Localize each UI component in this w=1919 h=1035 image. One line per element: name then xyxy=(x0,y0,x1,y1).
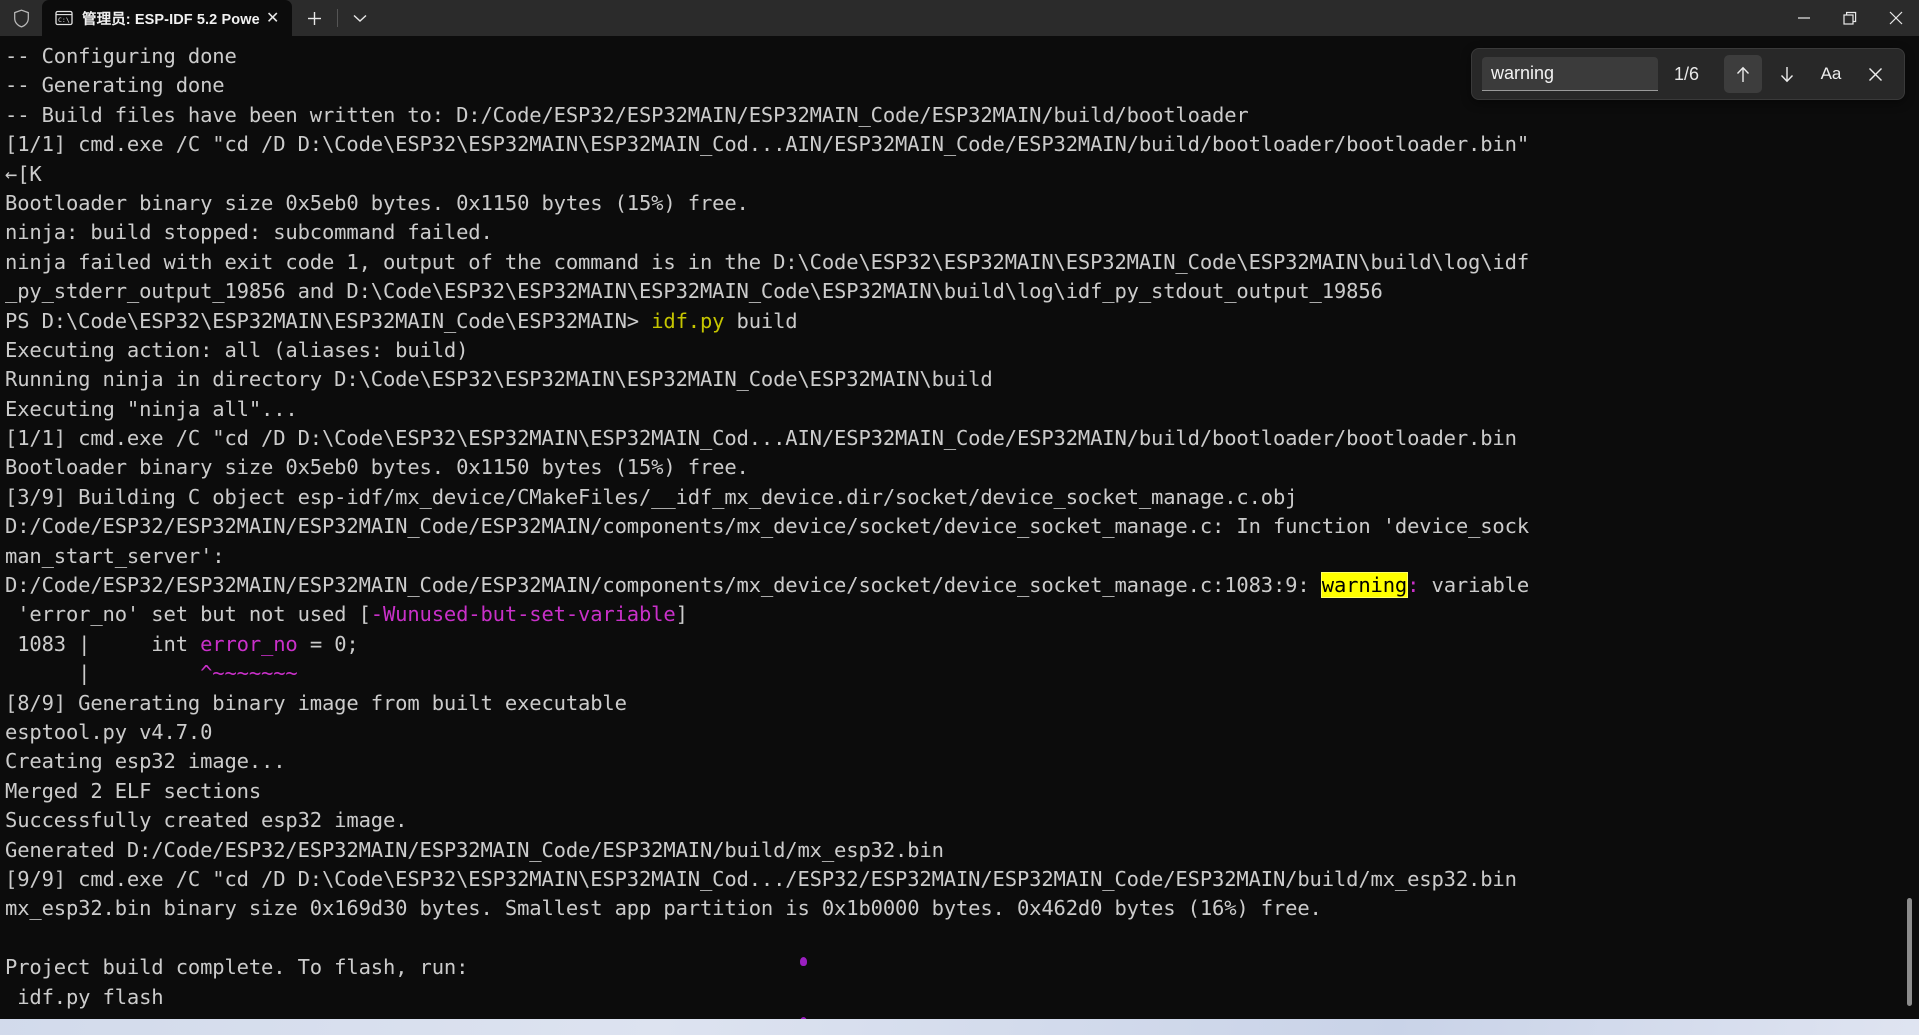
terminal-line: Bootloader binary size 0x5eb0 bytes. 0x1… xyxy=(5,455,749,480)
search-input[interactable] xyxy=(1482,57,1658,91)
plus-icon xyxy=(308,11,322,25)
maximize-restore-button[interactable] xyxy=(1827,0,1873,36)
close-window-button[interactable] xyxy=(1873,0,1919,36)
shield-icon xyxy=(13,9,29,28)
terminal-line: Project build complete. To flash, run: xyxy=(5,955,469,980)
terminal-line: _py_stderr_output_19856 and D:\Code\ESP3… xyxy=(5,279,1383,304)
tabbar-divider xyxy=(336,9,338,27)
new-tab-button[interactable] xyxy=(296,0,334,36)
window-controls xyxy=(1781,0,1919,36)
cmd-console-icon: C:\ xyxy=(55,9,73,27)
admin-shield-indicator xyxy=(0,0,42,36)
titlebar-drag-region xyxy=(379,0,1781,36)
terminal-line: Executing action: all (aliases: build) xyxy=(5,337,469,362)
terminal-line: [9/9] cmd.exe /C "cd /D D:\Code\ESP32\ES… xyxy=(5,866,1517,891)
selection-dot-lower xyxy=(800,1017,807,1019)
find-previous-button[interactable] xyxy=(1724,55,1762,93)
tab-close-button[interactable]: ✕ xyxy=(260,5,286,31)
terminal-line: | ^~~~~~~~ xyxy=(5,661,298,686)
find-bar: 1/6 Aa xyxy=(1471,48,1905,100)
code-identifier: error_no xyxy=(200,631,298,656)
tab-title: 管理员: ESP-IDF 5.2 Powe xyxy=(82,11,260,28)
match-case-button[interactable]: Aa xyxy=(1812,55,1850,93)
search-result-counter: 1/6 xyxy=(1674,63,1700,84)
terminal-line: ninja: build stopped: subcommand failed. xyxy=(5,220,493,245)
terminal-tab[interactable]: C:\ 管理员: ESP-IDF 5.2 Powe ✕ xyxy=(42,0,292,36)
selection-dot-upper xyxy=(800,957,807,966)
terminal-line: PS D:\Code\ESP32\ESP32MAIN\ESP32MAIN_Cod… xyxy=(5,308,798,333)
terminal-line: Bootloader binary size 0x5eb0 bytes. 0x1… xyxy=(5,190,749,215)
minimize-icon xyxy=(1798,17,1810,19)
title-bar: C:\ 管理员: ESP-IDF 5.2 Powe ✕ xyxy=(0,0,1919,36)
terminal-line: ninja failed with exit code 1, output of… xyxy=(5,249,1530,274)
close-icon xyxy=(1868,67,1882,81)
search-match-highlight: warning xyxy=(1320,572,1409,599)
caret-marker: ^~~~~~~~ xyxy=(200,661,298,686)
terminal-line: man_start_server': xyxy=(5,543,225,568)
find-next-button[interactable] xyxy=(1768,55,1806,93)
terminal-line: mx_esp32.bin binary size 0x169d30 bytes.… xyxy=(5,896,1322,921)
terminal-line: [1/1] cmd.exe /C "cd /D D:\Code\ESP32\ES… xyxy=(5,132,1530,157)
terminal-line: Generated D:/Code/ESP32/ESP32MAIN/ESP32M… xyxy=(5,837,944,862)
terminal-line: esptool.py v4.7.0 xyxy=(5,719,213,744)
scrollbar-thumb[interactable] xyxy=(1907,898,1912,1006)
restore-window-icon xyxy=(1842,11,1856,25)
terminal-line: D:/Code/ESP32/ESP32MAIN/ESP32MAIN_Code/E… xyxy=(5,572,1530,599)
close-icon xyxy=(1889,11,1903,25)
close-find-button[interactable] xyxy=(1856,55,1894,93)
terminal-scrollbar[interactable] xyxy=(1903,36,1915,1019)
terminal-line: [1/1] cmd.exe /C "cd /D D:\Code\ESP32\ES… xyxy=(5,426,1517,451)
terminal-line: idf.py flash xyxy=(5,984,164,1009)
terminal-line: Successfully created esp32 image. xyxy=(5,808,408,833)
terminal-line: ←[K xyxy=(5,161,42,186)
prompt-command: idf.py xyxy=(651,308,725,333)
terminal-line: Creating esp32 image... xyxy=(5,749,286,774)
terminal-line: Running ninja in directory D:\Code\ESP32… xyxy=(5,367,993,392)
terminal-line: -- Configuring done xyxy=(5,44,237,68)
terminal-text: -- Configuring done -- Generating done -- … xyxy=(5,42,1529,1012)
chevron-down-icon xyxy=(353,14,367,22)
terminal-output-pane[interactable]: -- Configuring done -- Generating done -- … xyxy=(0,36,1919,1019)
terminal-window: C:\ 管理员: ESP-IDF 5.2 Powe ✕ -- Configuri… xyxy=(0,0,1919,1019)
svg-text:C:\: C:\ xyxy=(58,16,70,24)
tab-dropdown-button[interactable] xyxy=(341,0,379,36)
terminal-line: 'error_no' set but not used [-Wunused-bu… xyxy=(5,602,688,627)
minimize-button[interactable] xyxy=(1781,0,1827,36)
terminal-line: [8/9] Generating binary image from built… xyxy=(5,690,627,715)
terminal-line: 1083 | int error_no = 0; xyxy=(5,631,359,656)
terminal-line: -- Generating done xyxy=(5,73,225,98)
arrow-down-icon xyxy=(1780,66,1794,82)
terminal-line: [3/9] Building C object esp-idf/mx_devic… xyxy=(5,484,1298,509)
terminal-line: Executing "ninja all"... xyxy=(5,396,298,421)
terminal-line: D:/Code/ESP32/ESP32MAIN/ESP32MAIN_Code/E… xyxy=(5,514,1530,539)
tab-strip: C:\ 管理员: ESP-IDF 5.2 Powe ✕ xyxy=(42,0,379,36)
terminal-line: Merged 2 ELF sections xyxy=(5,778,262,803)
terminal-line: -- Build files have been written to: D:/… xyxy=(5,102,1249,127)
compiler-flag: -Wunused-but-set-variable xyxy=(370,602,676,627)
arrow-up-icon xyxy=(1736,66,1750,82)
